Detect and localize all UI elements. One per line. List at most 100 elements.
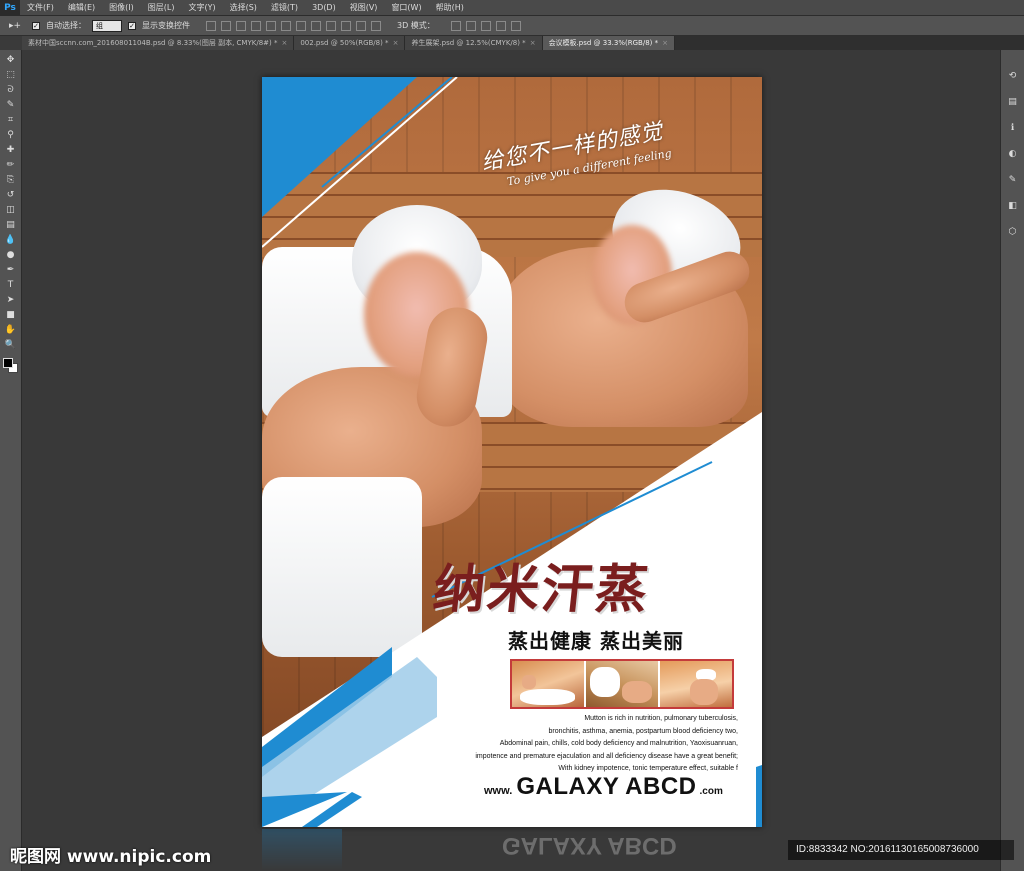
properties-icon[interactable]: ℹ	[1006, 122, 1020, 134]
type-icon[interactable]: T	[3, 279, 19, 291]
distribute-top-icon[interactable]	[296, 20, 306, 31]
strip-photo-3	[660, 661, 732, 707]
pen-icon[interactable]: ✒	[3, 264, 19, 276]
hand-icon[interactable]: ✋	[3, 324, 19, 336]
nipic-watermark: 昵图网 www.nipic.com	[10, 847, 212, 867]
3d-pan-icon[interactable]	[480, 20, 491, 31]
poster-canvas[interactable]: 给您不一样的感觉 To give you a different feeling…	[262, 77, 762, 827]
menu-file[interactable]: 文件(F)	[20, 2, 61, 13]
tab-document-3[interactable]: 养生展架.psd @ 12.5%(CMYK/8) * ×	[405, 36, 543, 50]
menu-edit[interactable]: 编辑(E)	[61, 2, 102, 13]
3d-slide-icon[interactable]	[495, 20, 506, 31]
auto-select-checkbox[interactable]: ✓	[32, 21, 40, 30]
strip-figure	[622, 681, 652, 703]
adjustments-icon[interactable]: ◧	[1006, 200, 1020, 212]
description-line: Abdominal pain, chills, cold body defici…	[499, 740, 738, 747]
tab-document-1[interactable]: 素材中国sccnn.com_20160801104B.psd @ 8.33%(图…	[22, 36, 295, 50]
align-right-icon[interactable]	[281, 20, 291, 31]
close-icon[interactable]: ×	[281, 39, 287, 47]
3d-mode-buttons	[450, 20, 521, 31]
channels-icon[interactable]: ◐	[1006, 148, 1020, 160]
tab-label: 002.psd @ 50%(RGB/8) *	[300, 39, 389, 47]
photoshop-logo: Ps	[0, 0, 20, 16]
paths-icon[interactable]: ✎	[1006, 174, 1020, 186]
show-transform-label: 显示变换控件	[142, 21, 190, 30]
close-icon[interactable]: ×	[393, 39, 399, 47]
menu-type[interactable]: 文字(Y)	[181, 2, 222, 13]
dodge-icon[interactable]: ●	[3, 249, 19, 261]
move-tool-preset-icon[interactable]: ▸+	[4, 19, 26, 33]
url-brand: GALAXY ABCD	[516, 773, 697, 800]
eraser-icon[interactable]: ◫	[3, 204, 19, 216]
menu-window[interactable]: 窗口(W)	[384, 2, 428, 13]
poster-subtitle: 蒸出健康 蒸出美丽	[508, 629, 684, 653]
menu-help[interactable]: 帮助(H)	[429, 2, 471, 13]
gradient-icon[interactable]: ▤	[3, 219, 19, 231]
color-swatches[interactable]	[2, 358, 19, 374]
align-top-icon[interactable]	[206, 20, 216, 31]
menu-3d[interactable]: 3D(D)	[305, 3, 343, 12]
description-line: Mutton is rich in nutrition, pulmonary t…	[584, 715, 738, 722]
layers-icon[interactable]: ▤	[1006, 96, 1020, 108]
history-brush-icon[interactable]: ↺	[3, 189, 19, 201]
tab-document-2[interactable]: 002.psd @ 50%(RGB/8) * ×	[294, 36, 406, 50]
history-icon[interactable]: ⟲	[1006, 70, 1020, 82]
align-vcenter-icon[interactable]	[221, 20, 231, 31]
image-id-watermark: ID:8833342 NO:20161130165008736000	[788, 840, 1014, 860]
3d-mode-label: 3D 模式：	[397, 21, 435, 30]
description-line: bronchitis, asthma, anemia, postpartum b…	[548, 727, 739, 735]
show-transform-checkbox[interactable]: ✓	[128, 21, 136, 30]
menu-layer[interactable]: 图层(L)	[141, 2, 182, 13]
auto-select-label: 自动选择：	[46, 21, 86, 30]
tab-label: 素材中国sccnn.com_20160801104B.psd @ 8.33%(图…	[28, 39, 278, 47]
tools-panel: ✥ ⬚ ᘐ ✎ ⌗ ⚲ ✚ ✏ ⎘ ↺ ◫ ▤ 💧 ● ✒ T ➤ ■ ✋ 🔍	[0, 50, 22, 871]
url-suffix: .com	[699, 786, 723, 797]
stamp-icon[interactable]: ⎘	[3, 174, 19, 186]
strip-figure	[690, 679, 718, 705]
tab-document-4-active[interactable]: 会议模板.psd @ 33.3%(RGB/8) * ×	[542, 36, 675, 50]
zoom-icon[interactable]: 🔍	[3, 339, 19, 351]
3d-scale-icon[interactable]	[510, 20, 521, 31]
align-left-icon[interactable]	[251, 20, 261, 31]
3d-rotate-icon[interactable]	[450, 20, 461, 31]
marquee-icon[interactable]: ⬚	[3, 69, 19, 81]
align-bottom-icon[interactable]	[236, 20, 246, 31]
brush-icon[interactable]: ✏	[3, 159, 19, 171]
shape-icon[interactable]: ■	[3, 309, 19, 321]
lasso-icon[interactable]: ᘐ	[3, 84, 19, 96]
distribute-vcenter-icon[interactable]	[311, 20, 321, 31]
poster-title: 纳米汗蒸	[430, 559, 653, 620]
menu-image[interactable]: 图像(I)	[102, 2, 141, 13]
foreground-color-swatch[interactable]	[2, 358, 13, 368]
blue-right-edge	[756, 765, 762, 827]
auto-select-dropdown[interactable]: 组	[92, 19, 122, 32]
eyedropper-icon[interactable]: ⚲	[3, 129, 19, 141]
strip-photo-1	[512, 661, 584, 707]
menu-select[interactable]: 选择(S)	[223, 2, 264, 13]
healing-icon[interactable]: ✚	[3, 144, 19, 156]
align-buttons	[206, 20, 381, 31]
menu-filter[interactable]: 滤镜(T)	[264, 2, 305, 13]
styles-icon[interactable]: ⬡	[1006, 226, 1020, 238]
path-select-icon[interactable]: ➤	[3, 294, 19, 306]
close-icon[interactable]: ×	[662, 39, 668, 47]
distribute-left-icon[interactable]	[341, 20, 351, 31]
3d-roll-icon[interactable]	[465, 20, 476, 31]
url-prefix: www.	[484, 785, 513, 797]
website-url: www. GALAXY ABCD .com	[484, 773, 723, 801]
crop-icon[interactable]: ⌗	[3, 114, 19, 126]
close-icon[interactable]: ×	[530, 39, 536, 47]
photoshop-window: Ps 文件(F) 编辑(E) 图像(I) 图层(L) 文字(Y) 选择(S) 滤…	[0, 0, 1024, 871]
reflection-blue-shape	[262, 829, 342, 871]
strip-photo-2	[586, 661, 658, 707]
align-hcenter-icon[interactable]	[266, 20, 276, 31]
quick-select-icon[interactable]: ✎	[3, 99, 19, 111]
move-icon[interactable]: ✥	[3, 54, 19, 66]
blur-icon[interactable]: 💧	[3, 234, 19, 246]
distribute-bottom-icon[interactable]	[326, 20, 336, 31]
distribute-right-icon[interactable]	[371, 20, 381, 31]
distribute-hcenter-icon[interactable]	[356, 20, 366, 31]
reflection-text: GALAXY ABCD	[502, 832, 677, 859]
strip-towel	[590, 667, 620, 697]
menu-view[interactable]: 视图(V)	[343, 2, 385, 13]
